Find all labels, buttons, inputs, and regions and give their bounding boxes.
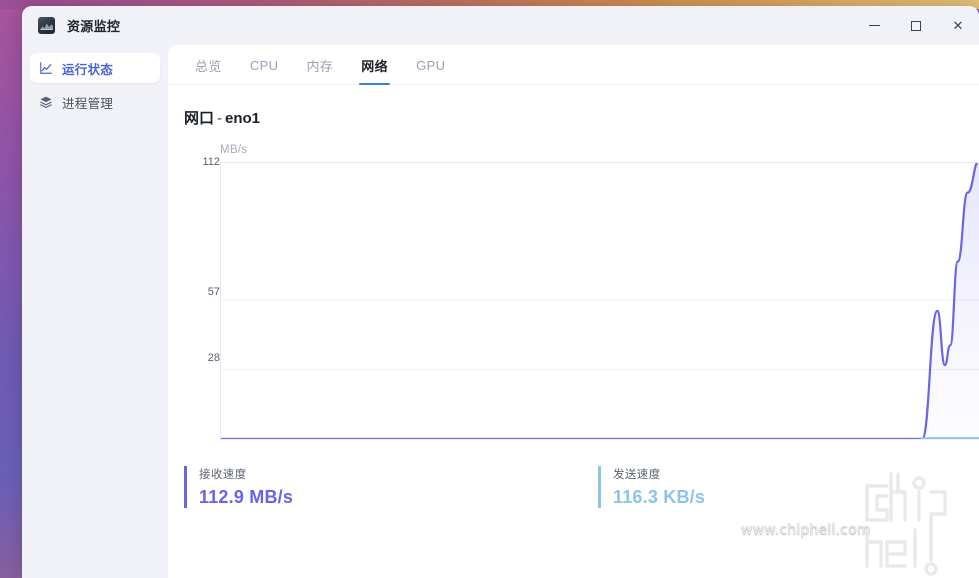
sidebar-item-label: 进程管理 (62, 96, 114, 111)
stats-row: 接收速度 112.9 MB/s 发送速度 116.3 KB/s (184, 466, 979, 508)
close-button[interactable]: ✕ (937, 6, 979, 45)
chart-series-rx (221, 163, 979, 439)
network-chart-svg (221, 163, 979, 439)
chart-app-icon (38, 17, 55, 34)
y-tick-57: 57 (207, 286, 220, 298)
chart-unit-label: MB/s (220, 144, 248, 156)
minimize-icon (868, 25, 880, 26)
stat-label: 发送速度 (613, 469, 661, 481)
tab-bar: 总览 CPU 内存 网络 GPU (168, 45, 979, 85)
chart-title-separator: - (217, 110, 223, 127)
tab-overview[interactable]: 总览 (181, 46, 236, 84)
layers-icon (40, 96, 52, 108)
title-bar: 资源监控 ✕ (22, 6, 979, 45)
tab-network[interactable]: 网络 (347, 46, 402, 85)
window-title: 资源监控 (67, 19, 121, 34)
chart-gridlines (221, 299, 979, 370)
maximize-icon (911, 20, 921, 31)
close-icon: ✕ (952, 17, 964, 33)
tab-memory[interactable]: 内存 (292, 46, 347, 84)
sidebar-item-label: 运行状态 (62, 62, 114, 77)
tab-label: 总览 (195, 58, 222, 74)
tab-label: CPU (249, 57, 279, 73)
chart-title-interface: eno1 (225, 110, 261, 127)
watermark-url: www.chiphell.com (741, 522, 871, 538)
chart-canvas[interactable] (220, 162, 979, 440)
sidebar: 运行状态 进程管理 (22, 45, 168, 578)
stat-receive-speed: 接收速度 112.9 MB/s (184, 466, 434, 508)
window-controls: ✕ (853, 6, 979, 45)
line-chart-icon (40, 62, 52, 74)
stat-value: 116.3 KB/s (613, 487, 706, 507)
tab-label: 网络 (361, 58, 389, 74)
stat-label: 接收速度 (199, 469, 247, 481)
tab-label: GPU (416, 57, 446, 73)
main-panel: 总览 CPU 内存 网络 GPU 网口 - eno1 MB/s 112 57 28 (168, 45, 979, 578)
chart-plot-area: 112 57 28 (168, 156, 979, 440)
tab-label: 内存 (306, 58, 334, 74)
window-body: 运行状态 进程管理 总览 CPU 内存 网络 GPU 网口 - eno1 MB/… (22, 45, 979, 578)
maximize-button[interactable] (895, 6, 937, 45)
y-tick-28: 28 (207, 352, 220, 364)
chart-title-prefix: 网口 (184, 110, 215, 127)
sidebar-item-processes[interactable]: 进程管理 (30, 87, 160, 117)
minimize-button[interactable] (853, 6, 895, 45)
stat-value: 112.9 MB/s (199, 487, 294, 507)
stat-send-speed: 发送速度 116.3 KB/s (598, 466, 848, 508)
chart-title: 网口 - eno1 (168, 85, 979, 128)
y-axis: 112 57 28 (176, 156, 220, 440)
tab-cpu[interactable]: CPU (236, 46, 293, 84)
y-tick-112: 112 (202, 156, 220, 168)
app-window: 资源监控 ✕ 运行状态 进程管理 总览 CPU 内存 网络 GPU 网口 - e… (22, 6, 979, 578)
tab-gpu[interactable]: GPU (402, 46, 459, 84)
sidebar-item-status[interactable]: 运行状态 (30, 53, 160, 83)
